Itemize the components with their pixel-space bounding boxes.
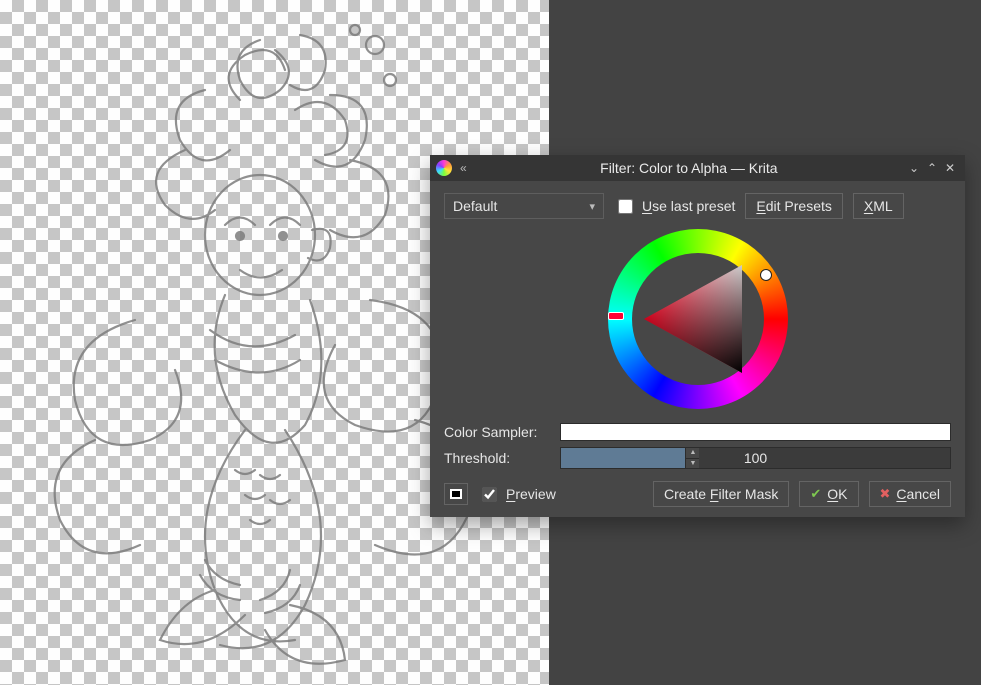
use-last-preset-label: Use last preset	[642, 198, 735, 214]
xml-button[interactable]: XML	[853, 193, 904, 219]
dialog-title: Filter: Color to Alpha — Krita	[473, 160, 905, 176]
preview-label: Preview	[506, 486, 556, 502]
sv-triangle[interactable]	[644, 265, 752, 373]
view-mode-button[interactable]	[444, 483, 468, 505]
cancel-button[interactable]: ✖ Cancel	[869, 481, 952, 507]
cancel-x-icon: ✖	[880, 486, 891, 502]
krita-app-icon	[436, 160, 452, 176]
preview-box[interactable]	[482, 487, 497, 502]
preset-selected: Default	[453, 198, 497, 214]
color-sampler-swatch[interactable]	[560, 423, 951, 441]
use-last-preset-box[interactable]	[618, 199, 633, 214]
hue-handle[interactable]	[608, 312, 624, 320]
edit-presets-button[interactable]: Edit Presets	[745, 193, 842, 219]
create-filter-mask-button[interactable]: Create Filter Mask	[653, 481, 789, 507]
dialog-titlebar[interactable]: « Filter: Color to Alpha — Krita ⌄ ⌃ ✕	[430, 155, 965, 181]
color-wheel[interactable]	[608, 229, 788, 409]
ok-check-icon: ✔	[810, 486, 821, 502]
shade-icon[interactable]: «	[460, 161, 467, 175]
color-sampler-label: Color Sampler:	[444, 424, 548, 440]
ok-button[interactable]: ✔ OK	[799, 481, 858, 507]
view-mode-icon	[450, 489, 462, 499]
close-button[interactable]: ✕	[941, 159, 959, 177]
minimize-button[interactable]: ⌄	[905, 159, 923, 177]
preset-combo[interactable]: Default	[444, 193, 604, 219]
filter-dialog: « Filter: Color to Alpha — Krita ⌄ ⌃ ✕ D…	[430, 155, 965, 517]
threshold-label: Threshold:	[444, 450, 548, 466]
threshold-slider[interactable]: 100 ▲ ▼	[560, 447, 951, 469]
maximize-button[interactable]: ⌃	[923, 159, 941, 177]
use-last-preset-check[interactable]: Use last preset	[614, 196, 735, 217]
sv-handle[interactable]	[760, 269, 772, 281]
threshold-value: 100	[561, 448, 950, 468]
preview-check[interactable]: Preview	[478, 484, 556, 505]
